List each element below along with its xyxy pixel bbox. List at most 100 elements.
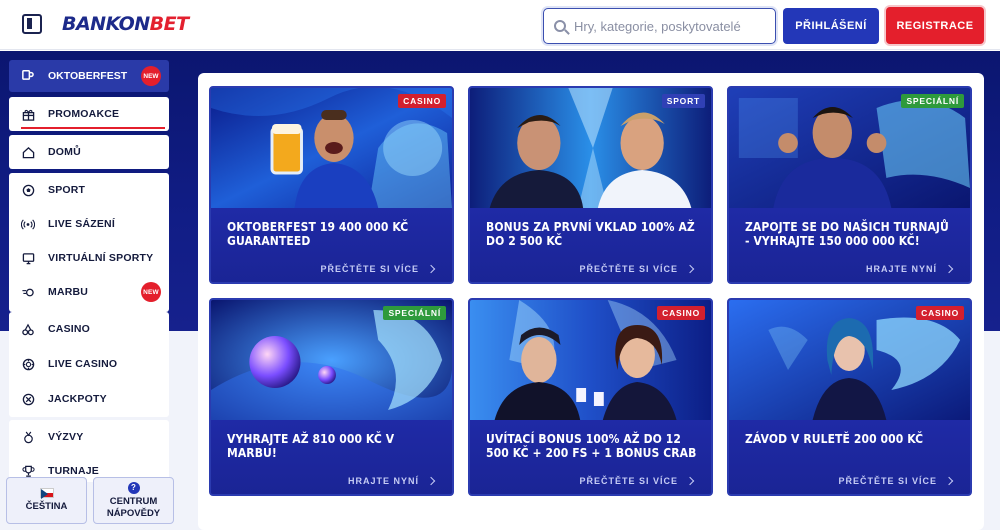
promo-card-oktoberfest[interactable]: CASINO OKTOBERFEST 19 400 000 KČ GUARANT… <box>209 86 454 284</box>
chip-icon <box>21 357 35 371</box>
chevron-right-icon <box>426 476 436 486</box>
czech-flag-icon <box>39 488 54 499</box>
help-label-line-1: CENTRUM <box>109 495 158 507</box>
top-header: BANKONBET PŘIHLÁŠENÍ REGISTRACE <box>0 0 1000 50</box>
card-title: UVÍTACÍ BONUS 100% AŽ DO 12 500 KČ + 200… <box>486 432 697 460</box>
card-link[interactable]: PŘEČTĚTE SI VÍCE <box>579 476 695 486</box>
question-mark-icon: ? <box>127 481 140 494</box>
new-badge: NEW <box>141 282 161 302</box>
card-link-label: PŘEČTĚTE SI VÍCE <box>838 476 937 486</box>
category-tag: CASINO <box>916 306 964 320</box>
promo-card-tournaments[interactable]: SPECIÁLNÍ ZAPOJTE SE DO NAŠICH TURNAJŮ -… <box>727 86 972 284</box>
logo-part-1: BANKON <box>62 13 150 35</box>
soccer-ball-icon <box>21 183 35 197</box>
active-indicator <box>21 127 165 129</box>
sidebar-item-label: JACKPOTY <box>48 393 107 405</box>
help-label-line-2: NÁPOVĚDY <box>106 507 161 519</box>
card-body: VYHRAJTE AŽ 810 000 KČ V MARBU! HRAJTE N… <box>211 420 452 494</box>
search-icon <box>554 20 566 32</box>
broadcast-icon <box>21 217 35 231</box>
sidebar-item-promo[interactable]: PROMOAKCE <box>9 97 169 131</box>
sidebar-item-label: OKTOBERFEST <box>48 70 128 82</box>
brand-logo[interactable]: BANKONBET <box>62 13 189 35</box>
category-tag: SPECIÁLNÍ <box>383 306 446 320</box>
category-tag: CASINO <box>657 306 705 320</box>
sidebar-item-oktoberfest[interactable]: OKTOBERFEST NEW <box>9 60 169 92</box>
category-tag: SPECIÁLNÍ <box>901 94 964 108</box>
sidebar-item-live-betting[interactable]: LIVE SÁZENÍ <box>9 207 169 241</box>
card-body: UVÍTACÍ BONUS 100% AŽ DO 12 500 KČ + 200… <box>470 420 711 494</box>
jackpot-icon <box>21 392 35 406</box>
sidebar-item-label: VIRTUÁLNÍ SPORTY <box>48 252 154 264</box>
card-body: ZAPOJTE SE DO NAŠICH TURNAJŮ - VYHRAJTE … <box>729 208 970 282</box>
sidebar-item-virtual-sports[interactable]: VIRTUÁLNÍ SPORTY <box>9 241 169 275</box>
help-center-button[interactable]: ? CENTRUM NÁPOVĚDY <box>93 477 174 524</box>
sidebar-item-label: CASINO <box>48 323 91 335</box>
search-box[interactable] <box>543 8 776 44</box>
card-link[interactable]: PŘEČTĚTE SI VÍCE <box>579 264 695 274</box>
card-link[interactable]: PŘEČTĚTE SI VÍCE <box>838 476 954 486</box>
card-link-label: PŘEČTĚTE SI VÍCE <box>579 476 678 486</box>
monitor-icon <box>21 251 35 265</box>
sidebar-item-live-casino[interactable]: LIVE CASINO <box>9 347 169 381</box>
sidebar-extra-block: VÝZVY TURNAJE <box>9 420 169 482</box>
card-title: OKTOBERFEST 19 400 000 KČ GUARANTEED <box>227 220 409 248</box>
language-label: ČEŠTINA <box>25 501 68 512</box>
card-title: BONUS ZA PRVNÍ VKLAD 100% AŽ DO 2 500 KČ <box>486 220 695 248</box>
marbu-icon <box>21 285 35 299</box>
card-link[interactable]: HRAJTE NYNÍ <box>347 476 436 486</box>
sidebar-item-marbu[interactable]: MARBU NEW <box>9 275 169 309</box>
card-body: OKTOBERFEST 19 400 000 KČ GUARANTEED PŘE… <box>211 208 452 282</box>
sidebar-item-label: LIVE SÁZENÍ <box>48 218 115 230</box>
card-link-label: PŘEČTĚTE SI VÍCE <box>579 264 678 274</box>
promo-card-roulette-race[interactable]: CASINO ZÁVOD V RULETĚ 200 000 KČ PŘEČTĚT… <box>727 298 972 496</box>
sidebar-home-block: DOMŮ <box>9 135 169 169</box>
beer-mug-icon <box>21 68 35 84</box>
sidebar-toggle-icon[interactable] <box>22 14 42 34</box>
sidebar-item-label: SPORT <box>48 184 86 196</box>
sidebar-item-sport[interactable]: SPORT <box>9 173 169 207</box>
search-input[interactable] <box>574 18 764 34</box>
sidebar-item-label: DOMŮ <box>48 146 81 158</box>
card-body: BONUS ZA PRVNÍ VKLAD 100% AŽ DO 2 500 KČ… <box>470 208 711 282</box>
promo-card-sport-bonus[interactable]: SPORT BONUS ZA PRVNÍ VKLAD 100% AŽ DO 2 … <box>468 86 713 284</box>
sidebar-item-label: TURNAJE <box>48 465 99 477</box>
chevron-right-icon <box>685 264 695 274</box>
category-tag: SPORT <box>661 94 705 108</box>
sidebar-item-label: MARBU <box>48 286 89 298</box>
sidebar-item-label: PROMOAKCE <box>48 108 120 120</box>
sidebar-item-challenges[interactable]: VÝZVY <box>9 420 169 454</box>
login-button[interactable]: PŘIHLÁŠENÍ <box>783 8 879 44</box>
sidebar-sport-block: SPORT LIVE SÁZENÍ VIRTUÁLNÍ SPORTY MARBU… <box>9 173 169 312</box>
promotions-panel: CASINO OKTOBERFEST 19 400 000 KČ GUARANT… <box>198 73 984 530</box>
card-link-label: PŘEČTĚTE SI VÍCE <box>320 264 419 274</box>
card-title: ZAPOJTE SE DO NAŠICH TURNAJŮ - VYHRAJTE … <box>745 220 949 248</box>
card-body: ZÁVOD V RULETĚ 200 000 KČ PŘEČTĚTE SI VÍ… <box>729 420 970 494</box>
gift-icon <box>21 107 35 121</box>
card-link-label: HRAJTE NYNÍ <box>865 264 937 274</box>
logo-part-2: BET <box>149 13 189 35</box>
trophy-icon <box>21 464 35 478</box>
register-button[interactable]: REGISTRACE <box>886 7 984 44</box>
category-tag: CASINO <box>398 94 446 108</box>
promo-card-marbu[interactable]: SPECIÁLNÍ VYHRAJTE AŽ 810 000 KČ V MARBU… <box>209 298 454 496</box>
chevron-right-icon <box>944 476 954 486</box>
card-link[interactable]: PŘEČTĚTE SI VÍCE <box>320 264 436 274</box>
house-icon <box>21 145 35 159</box>
sidebar-item-jackpots[interactable]: JACKPOTY <box>9 382 169 416</box>
promo-card-welcome-bonus[interactable]: CASINO UVÍTACÍ BONUS 100% AŽ DO 12 500 K… <box>468 298 713 496</box>
chevron-right-icon <box>426 264 436 274</box>
sidebar-item-casino[interactable]: CASINO <box>9 312 169 346</box>
card-link-label: HRAJTE NYNÍ <box>347 476 419 486</box>
card-link[interactable]: HRAJTE NYNÍ <box>865 264 954 274</box>
sidebar-item-label: LIVE CASINO <box>48 358 118 370</box>
cherries-icon <box>21 322 35 336</box>
card-title: ZÁVOD V RULETĚ 200 000 KČ <box>745 432 924 446</box>
sidebar-item-home[interactable]: DOMŮ <box>9 135 169 169</box>
language-selector[interactable]: ČEŠTINA <box>6 477 87 524</box>
chevron-right-icon <box>944 264 954 274</box>
medal-icon <box>21 430 35 444</box>
sidebar-casino-block: CASINO LIVE CASINO JACKPOTY <box>9 312 169 417</box>
new-badge: NEW <box>141 66 161 86</box>
sidebar-promo-block: PROMOAKCE <box>9 97 169 131</box>
